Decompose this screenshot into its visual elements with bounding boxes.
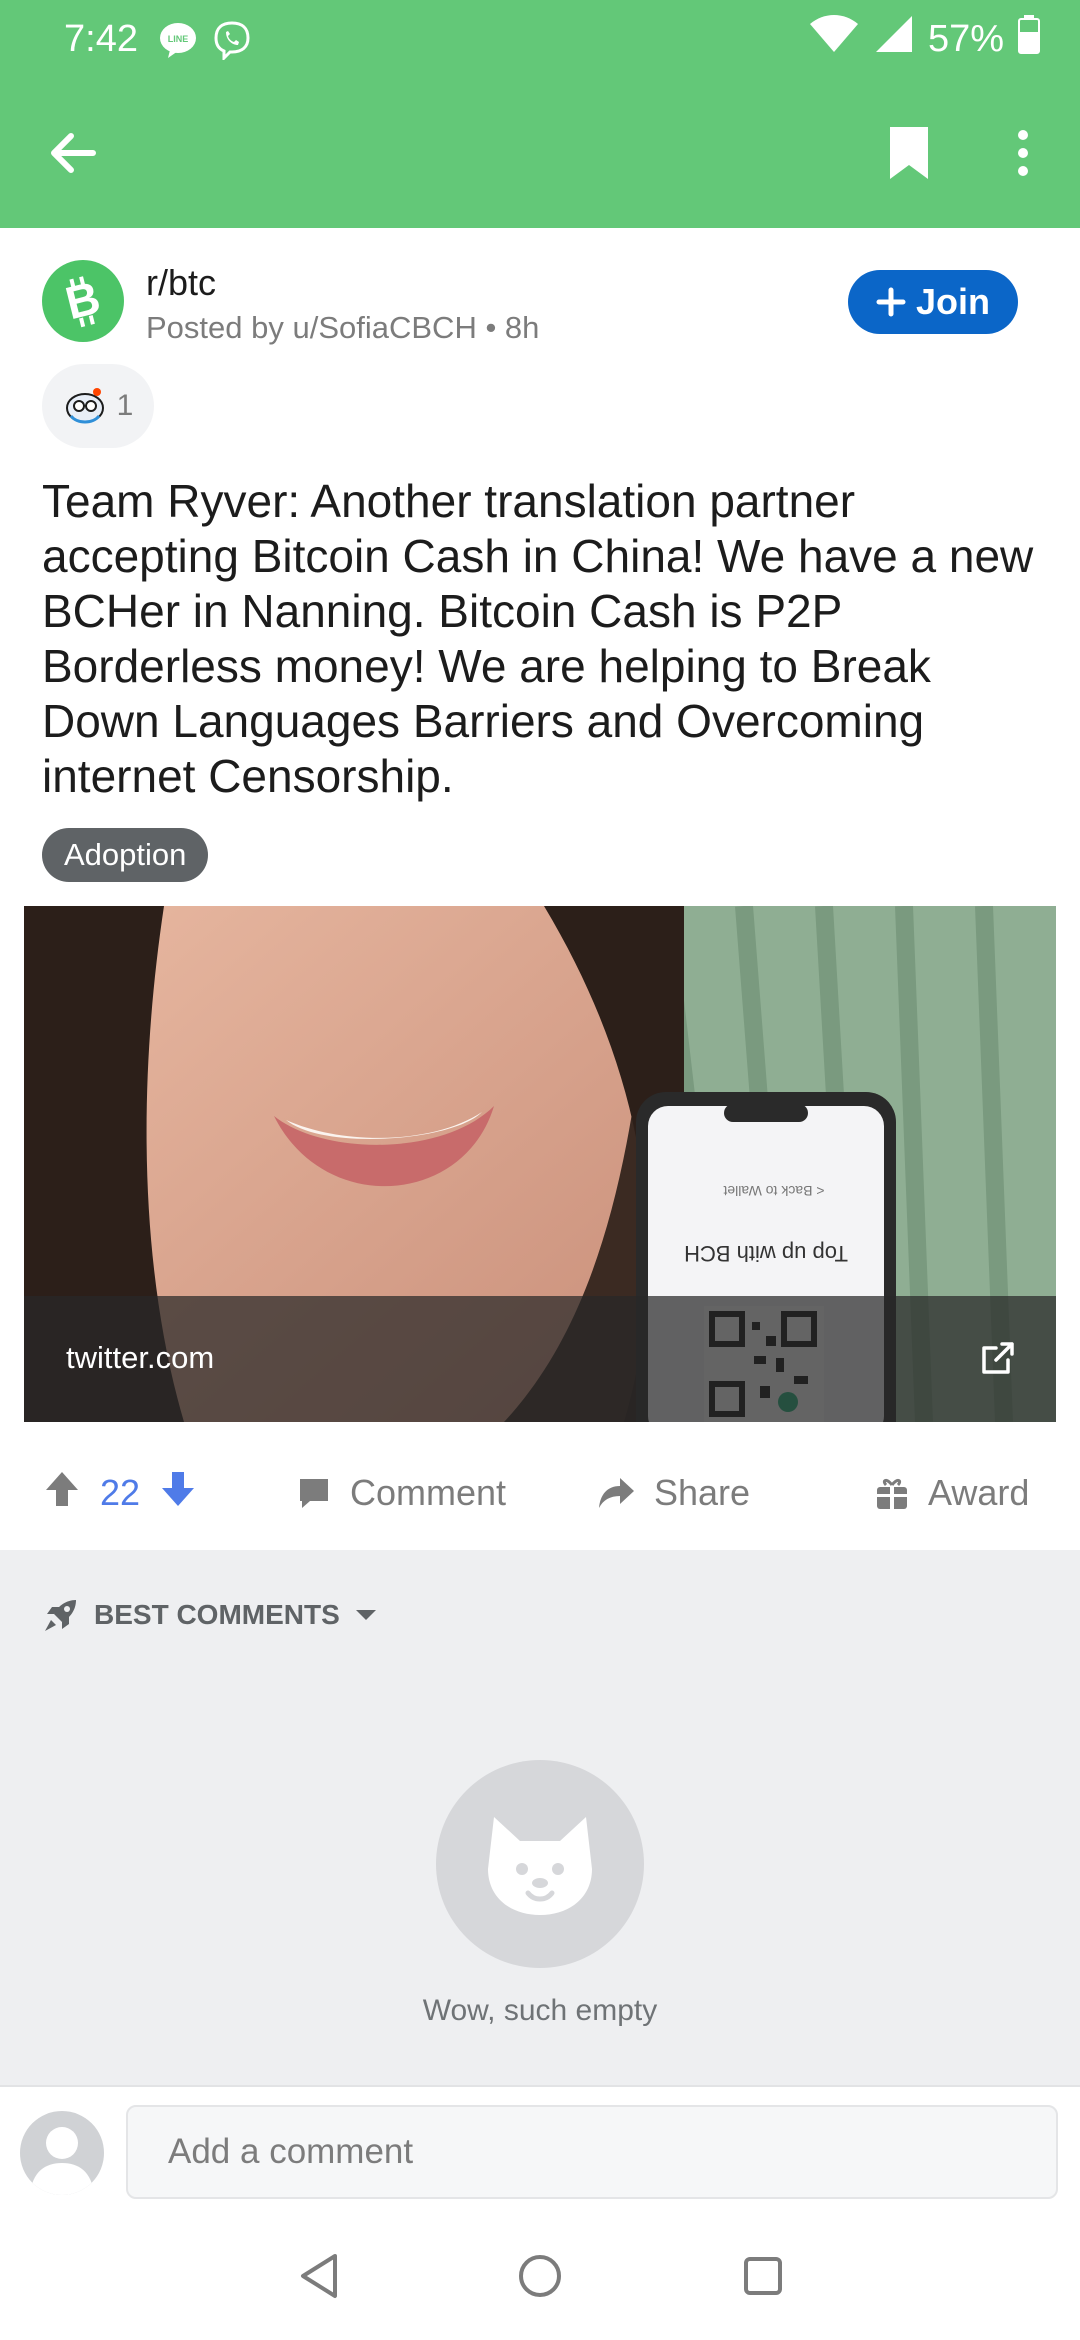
- comment-label: Comment: [350, 1472, 507, 1513]
- nav-home-button[interactable]: [505, 2241, 575, 2311]
- app-header: 7:42 LINE 57%: [0, 0, 1080, 228]
- status-indicators: 57%: [808, 14, 1040, 64]
- person-icon: [30, 2127, 94, 2195]
- external-link-icon: [980, 1340, 1016, 1376]
- sort-label: BEST COMMENTS: [94, 1599, 340, 1630]
- battery-icon: [1018, 14, 1040, 64]
- overflow-menu-button[interactable]: [988, 118, 1058, 188]
- status-bar: 7:42 LINE 57%: [0, 0, 1080, 80]
- post-meta[interactable]: Posted by u/SofiaCBCH • 8h: [146, 310, 539, 346]
- comment-sort-dropdown[interactable]: BEST COMMENTS: [42, 1596, 378, 1634]
- phone-screen-text-2: < Back to Wallet: [723, 1183, 824, 1199]
- wifi-icon: [808, 14, 860, 64]
- subreddit-avatar[interactable]: B: [42, 260, 124, 342]
- rocket-icon: [45, 1600, 76, 1631]
- helpful-award-icon: [65, 388, 104, 424]
- share-arrow-icon: [599, 1478, 634, 1508]
- phone-screen-text-1: Top up with BCH: [684, 1241, 848, 1266]
- comment-button[interactable]: Comment: [296, 1436, 506, 1550]
- system-nav-bar: [0, 2215, 1080, 2340]
- award-button[interactable]: Award: [874, 1436, 1029, 1550]
- upvote-arrow-icon: [46, 1471, 78, 1506]
- bitcoin-cash-icon: B: [60, 271, 105, 329]
- line-app-icon: LINE: [158, 20, 198, 60]
- vote-group: 22: [42, 1436, 198, 1550]
- comment-composer: Add a comment: [0, 2085, 1080, 2215]
- empty-state-illustration: [436, 1760, 644, 1968]
- comment-bubble-icon: [300, 1479, 328, 1508]
- subreddit-name[interactable]: r/btc: [146, 262, 216, 304]
- link-preview[interactable]: Top up with BCH < Back to Wallet twitter…: [24, 906, 1056, 1422]
- triangle-back-icon: [301, 2254, 337, 2298]
- viber-icon: [212, 20, 252, 62]
- post-score: 22: [100, 1472, 141, 1513]
- bookmark-button[interactable]: [874, 118, 944, 188]
- back-button[interactable]: [38, 118, 108, 188]
- svg-text:LINE: LINE: [168, 34, 189, 44]
- cat-icon: [488, 1817, 592, 1915]
- empty-state-text: Wow, such empty: [422, 1994, 658, 2027]
- award-chip[interactable]: 1: [42, 364, 154, 448]
- upvote-button[interactable]: [42, 1469, 82, 1518]
- square-recents-icon: [744, 2257, 782, 2295]
- more-vert-icon: [1018, 130, 1028, 176]
- preview-domain: twitter.com: [66, 1340, 215, 1375]
- battery-percent: 57%: [927, 17, 1004, 60]
- cell-signal-icon: [874, 14, 914, 64]
- downvote-button[interactable]: [158, 1469, 198, 1518]
- nav-back-button[interactable]: [284, 2241, 354, 2311]
- bookmark-icon: [890, 127, 928, 179]
- post-title: Team Ryver: Another translation partner …: [42, 475, 1034, 802]
- nav-recents-button[interactable]: [728, 2241, 798, 2311]
- share-label: Share: [654, 1472, 751, 1513]
- award-label: Award: [928, 1472, 1030, 1513]
- circle-home-icon: [519, 2255, 561, 2297]
- award-count: 1: [116, 389, 134, 422]
- chevron-down-icon: [355, 1610, 376, 1620]
- downvote-arrow-icon: [162, 1471, 195, 1506]
- user-avatar[interactable]: [20, 2111, 104, 2195]
- join-button[interactable]: Join: [848, 270, 1018, 334]
- gift-icon: [877, 1478, 907, 1509]
- comment-input[interactable]: Add a comment: [126, 2105, 1058, 2199]
- preview-caption-bar: twitter.com: [24, 1296, 1056, 1422]
- share-button[interactable]: Share: [596, 1436, 750, 1550]
- join-label: Join: [915, 281, 990, 322]
- post-action-bar: 22 Comment Share Award: [0, 1436, 1080, 1550]
- plus-icon: [876, 287, 906, 317]
- post-flair[interactable]: Adoption: [42, 828, 209, 882]
- status-time: 7:42: [64, 18, 138, 60]
- comments-section: BEST COMMENTS Wow, such empty: [0, 1550, 1080, 2085]
- back-arrow-icon: [51, 133, 96, 173]
